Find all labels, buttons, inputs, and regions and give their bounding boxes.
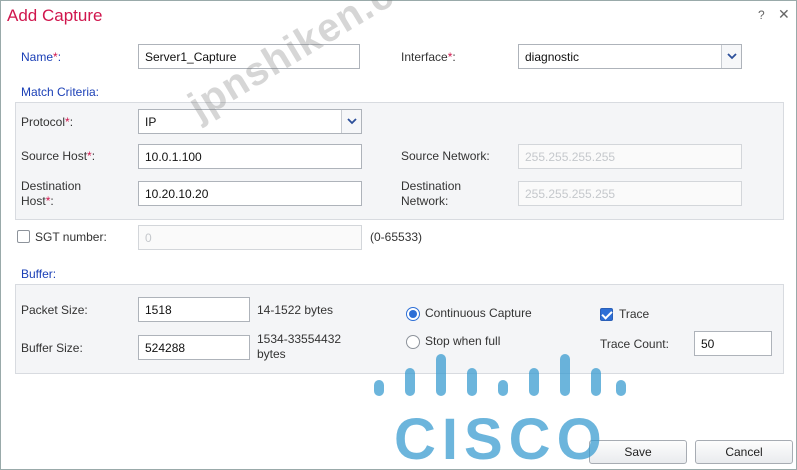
buffer-heading: Buffer: <box>21 267 57 281</box>
match-criteria-heading: Match Criteria: <box>21 85 100 99</box>
buffer-size-label: Buffer Size: <box>21 341 83 355</box>
destination-host-label: Destination Host*: <box>21 179 81 209</box>
cisco-logo-word: CISCO <box>394 407 608 470</box>
name-label-text: Name <box>21 50 54 64</box>
chevron-down-icon[interactable] <box>341 110 361 133</box>
destination-network-input[interactable]: 255.255.255.255 <box>518 181 742 206</box>
buffer-panel <box>15 284 784 374</box>
destination-network-label-line1: Destination <box>401 179 462 193</box>
chevron-down-icon[interactable] <box>721 45 741 68</box>
source-network-input[interactable]: 255.255.255.255 <box>518 144 742 169</box>
name-input[interactable]: Server1_Capture <box>138 44 360 69</box>
destination-host-label-line1: Destination <box>21 179 82 193</box>
dialog-title: Add Capture <box>7 6 103 25</box>
continuous-capture-radio[interactable] <box>406 307 420 321</box>
name-label: Name*: <box>21 50 61 65</box>
source-host-label: Source Host*: <box>21 149 95 164</box>
packet-size-range: 14-1522 bytes <box>257 303 334 317</box>
cancel-button[interactable]: Cancel <box>695 440 793 464</box>
packet-size-input[interactable]: 1518 <box>138 297 250 322</box>
label-colon: : <box>50 194 54 208</box>
label-colon: : <box>57 50 62 64</box>
sgt-range: (0-65533) <box>370 230 423 244</box>
interface-label: Interface*: <box>401 50 456 65</box>
trace-checkbox[interactable] <box>600 308 613 321</box>
protocol-label-text: Protocol <box>21 115 66 129</box>
destination-host-input[interactable]: 10.20.10.20 <box>138 181 362 206</box>
trace-label: Trace <box>619 307 650 321</box>
packet-size-label: Packet Size: <box>21 303 88 317</box>
source-host-input[interactable]: 10.0.1.100 <box>138 144 362 169</box>
close-icon[interactable]: ✕ <box>778 6 790 23</box>
interface-select[interactable]: diagnostic <box>518 44 742 69</box>
label-colon: : <box>91 149 96 163</box>
sgt-label: SGT number: <box>35 230 107 244</box>
destination-host-label-text: Host <box>21 194 46 208</box>
continuous-capture-label: Continuous Capture <box>425 306 532 320</box>
interface-select-value: diagnostic <box>525 50 580 64</box>
buffer-size-range-line1: 1534-33554432 <box>257 332 342 346</box>
trace-count-input[interactable]: 50 <box>694 331 772 356</box>
buffer-size-range-line2: bytes <box>257 347 286 361</box>
stop-when-full-radio[interactable] <box>406 335 420 349</box>
interface-label-text: Interface <box>401 50 448 64</box>
label-colon: : <box>69 115 74 129</box>
dialog-titlebar: Add Capture ? ✕ <box>1 1 796 31</box>
buffer-size-input[interactable]: 524288 <box>138 335 250 360</box>
sgt-checkbox[interactable] <box>17 230 30 243</box>
stop-when-full-label: Stop when full <box>425 334 501 348</box>
logo-bar <box>616 380 626 396</box>
label-colon: : <box>452 50 456 64</box>
logo-bar <box>374 380 384 396</box>
source-network-label: Source Network: <box>401 149 490 163</box>
buffer-size-range: 1534-33554432 bytes <box>257 332 341 362</box>
protocol-label: Protocol*: <box>21 115 73 130</box>
help-icon[interactable]: ? <box>758 8 765 22</box>
trace-count-label: Trace Count: <box>600 337 669 351</box>
destination-network-label: Destination Network: <box>401 179 461 209</box>
destination-network-label-line2: Network: <box>401 194 449 208</box>
save-button[interactable]: Save <box>589 440 687 464</box>
logo-bar <box>498 380 508 396</box>
destination-host-label-line2: Host*: <box>21 194 81 209</box>
protocol-select-value: IP <box>145 115 157 129</box>
add-capture-dialog: Add Capture ? ✕ Name*: Server1_Capture I… <box>0 0 797 470</box>
sgt-input[interactable]: 0 <box>138 225 362 250</box>
source-host-label-text: Source Host <box>21 149 88 163</box>
protocol-select[interactable]: IP <box>138 109 362 134</box>
